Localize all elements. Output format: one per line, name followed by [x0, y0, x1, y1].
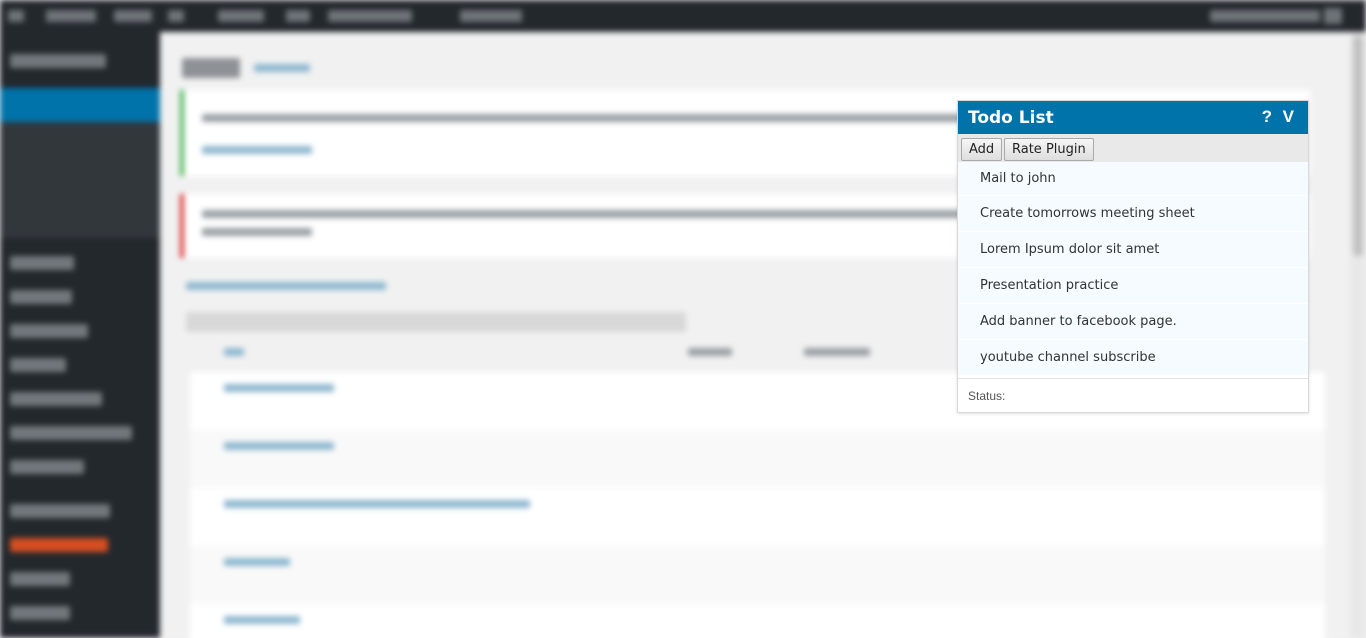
todo-widget: Todo List ? V Add Rate Plugin Mail to jo…: [957, 100, 1309, 413]
column-header: [224, 348, 244, 356]
todo-item[interactable]: Create tomorrows meeting sheet: [958, 196, 1308, 232]
todo-item[interactable]: Presentation practice: [958, 268, 1308, 304]
admin-bar-item: [218, 10, 264, 22]
post-title: [224, 500, 530, 508]
column-header: [688, 348, 732, 356]
notice-text: [202, 210, 962, 218]
column-header: [804, 348, 870, 356]
admin-bar-item: [460, 10, 522, 22]
sidebar-item-active: [0, 88, 160, 122]
avatar: [1324, 8, 1342, 24]
filter-links: [186, 282, 386, 290]
sidebar-item: [10, 538, 108, 552]
notice-text: [202, 228, 312, 236]
admin-bar-user: [1210, 10, 1320, 22]
todo-item[interactable]: Add banner to facebook page.: [958, 304, 1308, 340]
admin-bar-item: [286, 10, 310, 22]
status-bar: Status:: [958, 378, 1308, 412]
admin-bar: [0, 0, 1366, 32]
add-button[interactable]: Add: [961, 138, 1003, 161]
todo-list: Mail to john Create tomorrows meeting sh…: [958, 162, 1308, 376]
sidebar-submenu: [0, 122, 160, 238]
todo-title: Todo List: [968, 108, 1054, 128]
sidebar-item: [10, 256, 74, 270]
todo-item[interactable]: Mail to john: [958, 162, 1308, 196]
bulk-actions: [186, 312, 686, 332]
todo-item[interactable]: youtube channel subscribe: [958, 340, 1308, 376]
post-title: [224, 384, 334, 392]
post-title: [224, 558, 290, 566]
sidebar-item: [10, 572, 70, 586]
table-row: [190, 488, 1325, 546]
notice-link: [202, 146, 312, 154]
admin-sidebar: [0, 32, 160, 638]
post-title: [224, 442, 334, 450]
todo-header: Todo List ? V: [958, 101, 1308, 134]
sidebar-item: [10, 606, 70, 620]
page-title: [182, 58, 240, 78]
notice-text: [202, 114, 962, 122]
table-row: [190, 604, 1325, 638]
admin-bar-item: [46, 10, 96, 22]
scrollbar: [1350, 32, 1366, 638]
post-title: [224, 616, 300, 624]
sidebar-item: [10, 426, 132, 440]
sidebar-item: [10, 54, 106, 68]
sidebar-item: [10, 358, 66, 372]
todo-toolbar: Add Rate Plugin: [958, 134, 1308, 162]
todo-item[interactable]: Lorem Ipsum dolor sit amet: [958, 232, 1308, 268]
sidebar-item: [10, 504, 110, 518]
add-new-link: [254, 64, 310, 72]
collapse-toggle-button[interactable]: V: [1283, 107, 1294, 127]
admin-bar-item: [328, 10, 412, 22]
sidebar-item: [10, 460, 84, 474]
rate-plugin-button[interactable]: Rate Plugin: [1004, 138, 1094, 161]
table-row: [190, 546, 1325, 604]
help-button[interactable]: ?: [1262, 107, 1272, 127]
sidebar-item: [10, 392, 102, 406]
wp-logo-icon: [8, 10, 24, 22]
scrollbar-thumb: [1353, 36, 1363, 256]
sidebar-item: [10, 290, 72, 304]
status-label: Status:: [968, 389, 1006, 403]
sidebar-item: [10, 324, 88, 338]
table-row: [190, 430, 1325, 488]
admin-bar-item: [168, 10, 184, 22]
admin-bar-item: [114, 10, 152, 22]
